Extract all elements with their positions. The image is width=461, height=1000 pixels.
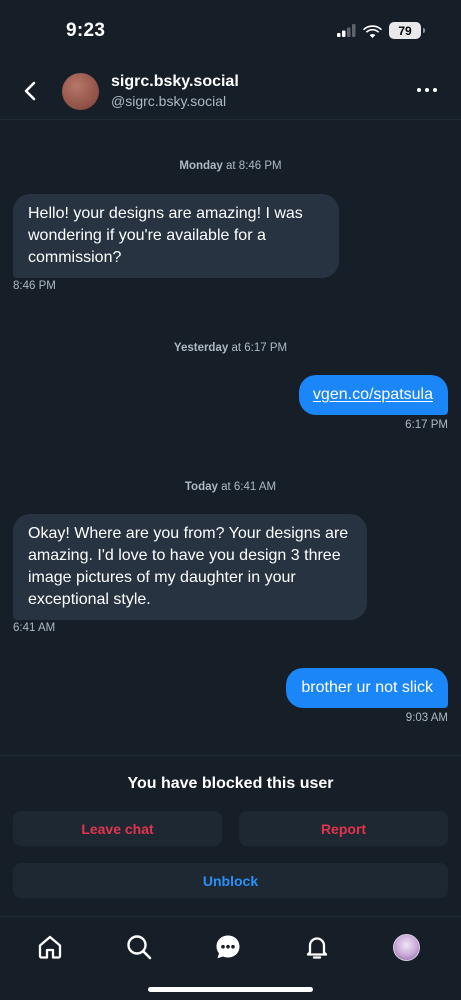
bell-icon [306, 937, 328, 959]
unblock-button[interactable]: Unblock [13, 863, 448, 898]
status-time: 9:23 [66, 20, 106, 41]
chevron-left-icon [24, 81, 36, 101]
status-icons: 79 [337, 22, 425, 39]
tab-home[interactable] [35, 932, 65, 962]
bottom-tab-bar [0, 918, 461, 1000]
message-bubble-received[interactable]: Okay! Where are you from? Your designs a… [13, 514, 367, 620]
back-button[interactable] [20, 80, 42, 102]
tab-notifications[interactable] [302, 932, 332, 962]
search-icon [127, 935, 152, 960]
message-timestamp: 6:41 AM [13, 622, 56, 634]
wifi-icon [363, 24, 382, 38]
handle: @sigrc.bsky.social [111, 93, 227, 109]
battery-level: 79 [398, 23, 412, 38]
report-button[interactable]: Report [239, 811, 448, 846]
message-bubble-sent[interactable]: brother ur not slick [286, 668, 448, 708]
blocked-message: You have blocked this user [127, 775, 334, 792]
chat-header: sigrc.bsky.social @sigrc.bsky.social [0, 62, 461, 120]
message-bubble-sent-link[interactable]: vgen.co/spatsula [298, 375, 448, 415]
message-timestamp: 6:17 PM [405, 419, 448, 431]
home-indicator[interactable] [148, 987, 313, 992]
tab-search[interactable] [124, 932, 154, 962]
blocked-panel: You have blocked this user Leave chat Re… [0, 755, 461, 917]
date-separator: Yesterday at 6:17 PM [173, 342, 288, 354]
chat-icon [216, 935, 240, 959]
message-bubble-received[interactable]: Hello! your designs are amazing! I was w… [13, 194, 339, 278]
cellular-signal-icon [337, 24, 356, 37]
leave-chat-button[interactable]: Leave chat [13, 811, 222, 846]
tab-chat[interactable] [213, 932, 243, 962]
avatar[interactable] [62, 73, 99, 110]
message-timestamp: 8:46 PM [13, 280, 56, 292]
date-separator: Today at 6:41 AM [184, 481, 277, 493]
tab-profile[interactable] [391, 932, 421, 962]
more-options-icon[interactable] [417, 88, 437, 92]
message-timestamp: 9:03 AM [405, 712, 448, 724]
home-icon [38, 935, 62, 959]
status-bar: 9:23 79 [0, 0, 461, 62]
display-name[interactable]: sigrc.bsky.social [111, 73, 239, 91]
battery-icon: 79 [389, 22, 425, 39]
date-separator: Monday at 8:46 PM [179, 160, 282, 172]
profile-avatar [392, 933, 420, 961]
